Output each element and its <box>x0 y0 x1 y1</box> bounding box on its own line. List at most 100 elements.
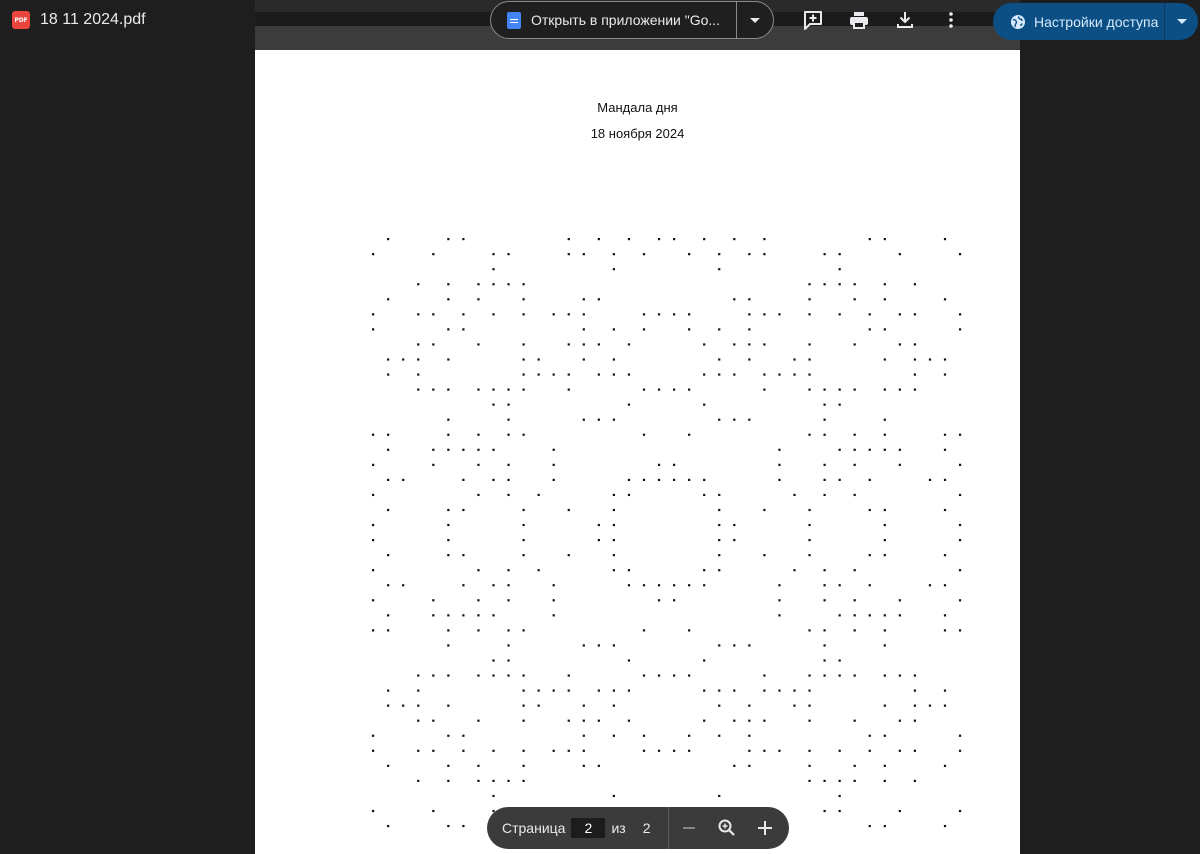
mandala-dot <box>522 313 525 316</box>
mandala-dot <box>763 313 766 316</box>
mandala-dot <box>387 448 390 451</box>
mandala-dot <box>447 554 450 557</box>
mandala-dot <box>733 764 736 767</box>
page-number-input[interactable] <box>571 818 606 838</box>
mandala-dot <box>372 809 375 813</box>
mandala-dot <box>913 388 916 391</box>
mandala-dot <box>733 238 736 241</box>
mandala-dot <box>432 614 435 617</box>
mandala-dot <box>642 313 646 316</box>
add-comment-button[interactable] <box>801 8 825 32</box>
page-total: 2 <box>642 820 651 836</box>
mandala-dot <box>597 373 600 376</box>
mandala-dot <box>913 689 916 692</box>
mandala-dot <box>597 238 600 241</box>
globe-icon <box>1011 14 1025 29</box>
mandala-dot <box>462 448 465 451</box>
mandala-dot <box>943 358 947 361</box>
mandala-dot <box>883 674 886 677</box>
file-title: PDF 18 11 2024.pdf <box>12 8 146 32</box>
mandala-dot <box>387 433 390 436</box>
zoom-in-button[interactable] <box>753 816 777 840</box>
mandala-dot <box>793 493 796 497</box>
mandala-dot <box>432 719 435 722</box>
mandala-dot <box>883 614 886 617</box>
mandala-dot <box>688 674 691 677</box>
mandala-dot <box>447 629 450 632</box>
mandala-dot <box>718 418 721 421</box>
mandala-dot <box>703 569 706 572</box>
mandala-dot <box>402 704 405 707</box>
mandala-dot <box>688 433 691 436</box>
mandala-dot <box>748 704 751 707</box>
mandala-dot <box>537 704 540 707</box>
more-vert-icon <box>949 12 953 28</box>
share-dropdown-button[interactable] <box>1165 19 1198 24</box>
mandala-dot <box>778 689 781 692</box>
mandala-dot <box>703 373 706 376</box>
mandala-dot <box>657 388 661 391</box>
mandala-dot <box>402 584 405 587</box>
mandala-dot <box>838 674 841 677</box>
mandala-dot <box>898 674 901 677</box>
mandala-dot <box>853 779 856 782</box>
file-name: 18 11 2024.pdf <box>40 11 146 28</box>
mandala-dot <box>838 749 841 752</box>
open-with-dropdown-button[interactable] <box>737 2 773 38</box>
mandala-dot <box>567 373 570 376</box>
mandala-dot <box>898 343 901 346</box>
mandala-dot <box>522 298 525 301</box>
mandala-dot <box>582 418 585 421</box>
mandala-dot <box>943 764 947 767</box>
mandala-dot <box>778 614 781 617</box>
mandala-dot <box>612 539 615 542</box>
mandala-dot <box>462 749 465 752</box>
more-options-button[interactable] <box>939 8 963 32</box>
mandala-dot <box>703 493 706 497</box>
mandala-dot <box>868 584 871 587</box>
mandala-dot <box>567 238 570 241</box>
mandala-dot <box>552 599 555 602</box>
mandala-dot <box>612 523 615 527</box>
mandala-dot <box>733 298 736 301</box>
mandala-dot <box>522 779 525 782</box>
download-icon <box>897 12 913 28</box>
mandala-dot <box>507 478 510 481</box>
mandala-dot <box>718 328 721 331</box>
mandala-dot <box>883 824 886 828</box>
share-settings-button[interactable]: Настройки доступа <box>993 3 1165 40</box>
mandala-dot <box>883 358 886 361</box>
mandala-dot <box>673 238 676 241</box>
mandala-dot <box>447 734 450 737</box>
mandala-dot <box>612 569 615 572</box>
mandala-dot <box>718 704 721 707</box>
mandala-dot <box>703 659 706 662</box>
mandala-dot <box>868 478 871 481</box>
mandala-dot <box>853 448 856 451</box>
mandala-dot <box>688 388 691 391</box>
mandala-dot <box>642 584 646 587</box>
mandala-dot <box>372 493 375 497</box>
mandala-dot <box>823 283 826 286</box>
mandala-dot <box>522 508 525 512</box>
mandala-dot <box>477 674 480 677</box>
mandala-dot <box>492 388 495 391</box>
mandala-dot <box>883 433 886 436</box>
download-button[interactable] <box>893 8 917 32</box>
open-with-button[interactable]: Открыть в приложении "Go... <box>491 2 737 38</box>
mandala-dot <box>387 629 390 632</box>
mandala-dot <box>868 238 871 241</box>
mandala-dot <box>763 689 766 692</box>
mandala-dot <box>748 328 751 331</box>
mandala-dot <box>582 704 585 707</box>
zoom-out-button[interactable] <box>677 816 701 840</box>
mandala-dot <box>853 298 856 301</box>
print-button[interactable] <box>847 8 871 32</box>
mandala-dot <box>778 584 781 587</box>
mandala-dot <box>642 328 646 331</box>
mandala-dot <box>372 629 375 632</box>
mandala-dot <box>793 569 796 572</box>
mandala-dot <box>417 313 420 316</box>
zoom-fit-button[interactable] <box>715 816 739 840</box>
mandala-dot <box>853 343 856 346</box>
